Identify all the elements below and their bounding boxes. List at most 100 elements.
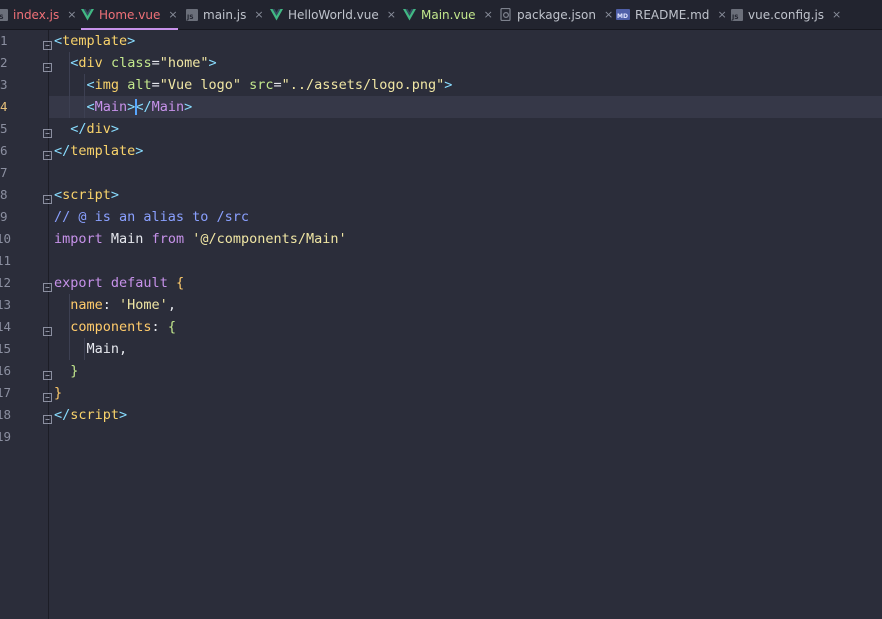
close-tab-icon[interactable]: × (484, 8, 493, 21)
code-line[interactable]: <div class="home"> (54, 52, 216, 74)
line-number: 9 (0, 209, 8, 224)
close-tab-icon[interactable]: × (254, 8, 263, 21)
code-token: </ (54, 407, 71, 423)
tab-helloworld-vue[interactable]: HelloWorld.vue × (270, 0, 396, 29)
tab-vue-config-js[interactable]: JS vue.config.js × (731, 0, 841, 29)
code-line[interactable]: Main, (54, 338, 128, 360)
close-tab-icon[interactable]: × (168, 8, 177, 21)
code-token: = (151, 77, 160, 93)
code-line[interactable]: components: { (54, 316, 176, 338)
code-line[interactable]: // @ is an alias to /src (54, 206, 249, 228)
fold-marker-icon[interactable] (43, 146, 53, 160)
code-token: </ (135, 99, 152, 115)
code-token: = (273, 77, 282, 93)
code-token: { (167, 319, 176, 335)
json-file-icon (500, 8, 512, 21)
code-token: // @ is an alias to /src (54, 209, 250, 225)
editor-tab-bar: JSindex.js×Home.vue×JSmain.js×HelloWorld… (0, 0, 882, 30)
line-number: 17 (0, 385, 11, 400)
code-token: > (110, 187, 120, 203)
code-token: Main (110, 231, 144, 247)
tab-index-js[interactable]: JS index.js × (0, 0, 76, 29)
tab-main-js[interactable]: JS main.js × (186, 0, 264, 29)
close-tab-icon[interactable]: × (832, 8, 841, 21)
tab-readme-md[interactable]: MD README.md × (616, 0, 727, 29)
code-token: 'Home' (119, 297, 168, 313)
code-token: img (94, 77, 120, 93)
code-line[interactable]: name: 'Home', (54, 294, 176, 316)
line-number: 11 (0, 253, 11, 268)
code-line[interactable]: </script> (54, 404, 127, 426)
fold-marker-icon[interactable] (43, 58, 53, 72)
code-line[interactable]: import Main from '@/components/Main' (54, 228, 347, 250)
js-file-icon: JS (731, 8, 743, 21)
fold-marker-icon[interactable] (43, 322, 53, 336)
line-number: 18 (0, 407, 11, 422)
line-number: 2 (0, 55, 8, 70)
code-token: , (167, 297, 176, 313)
code-token: "../assets/logo.png" (281, 77, 445, 93)
close-tab-icon[interactable]: × (387, 8, 396, 21)
code-token: src (249, 77, 274, 93)
code-token: > (444, 77, 453, 93)
line-number: 3 (0, 77, 8, 92)
code-token: script (70, 407, 120, 423)
js-file-icon: JS (0, 8, 8, 21)
line-number-gutter: 12345678910111213141516171819 (0, 30, 52, 619)
line-number: 4 (0, 99, 8, 114)
line-number: 6 (0, 143, 8, 158)
fold-marker-icon[interactable] (43, 124, 53, 138)
code-line[interactable]: <Main></Main> (54, 96, 193, 118)
markdown-file-icon: MD (616, 9, 630, 20)
fold-marker-icon[interactable] (43, 36, 53, 50)
code-line[interactable]: <template> (54, 30, 135, 52)
line-number: 1 (0, 33, 8, 48)
code-line[interactable]: } (54, 382, 62, 404)
code-token: = (151, 55, 160, 71)
code-token: </ (70, 121, 87, 137)
code-token: < (54, 187, 63, 203)
tab-home-vue[interactable]: Home.vue × (81, 0, 178, 30)
code-line[interactable]: export default { (54, 272, 184, 294)
code-line[interactable]: </template> (54, 140, 143, 162)
code-token: < (86, 77, 95, 93)
code-token: Main (94, 99, 128, 115)
close-tab-icon[interactable]: × (717, 8, 726, 21)
code-line[interactable]: </div> (54, 118, 119, 140)
close-tab-icon[interactable]: × (67, 8, 76, 21)
fold-marker-icon[interactable] (43, 410, 53, 424)
tab-label: HelloWorld.vue (288, 7, 379, 22)
tab-package-json[interactable]: package.json × (500, 0, 613, 29)
close-tab-icon[interactable]: × (604, 8, 613, 21)
code-token: script (62, 187, 111, 203)
vue-file-icon (81, 8, 94, 21)
fold-marker-icon[interactable] (43, 190, 53, 204)
tab-main-vue[interactable]: Main.vue × (403, 0, 493, 29)
code-token: "Vue logo" (159, 77, 241, 93)
code-line[interactable]: <script> (54, 184, 119, 206)
code-token: '@/components/Main' (192, 231, 347, 247)
tab-label: Home.vue (99, 7, 161, 22)
code-line[interactable]: <img alt="Vue logo" src="../assets/logo.… (54, 74, 453, 96)
fold-marker-icon[interactable] (43, 388, 53, 402)
code-token: > (127, 33, 136, 49)
code-line[interactable]: } (54, 360, 78, 382)
fold-marker-icon[interactable] (43, 278, 53, 292)
line-number: 13 (0, 297, 11, 312)
code-token: div (86, 121, 111, 137)
code-token: template (70, 143, 136, 159)
code-token: { (175, 275, 185, 291)
line-number: 7 (0, 165, 8, 180)
code-token: > (110, 121, 120, 137)
tab-label: vue.config.js (748, 7, 825, 22)
code-token: export (54, 275, 103, 291)
fold-marker-icon[interactable] (43, 366, 53, 380)
